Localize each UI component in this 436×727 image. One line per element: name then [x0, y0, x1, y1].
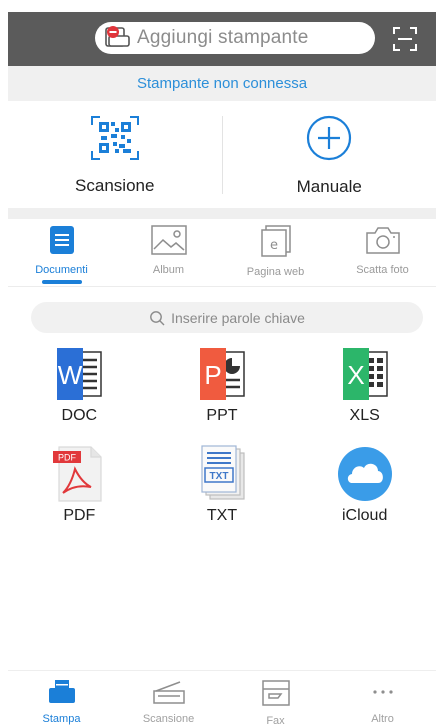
connect-actions: Scansione Manuale [8, 101, 436, 209]
scan-qr-button[interactable]: Scansione [8, 115, 222, 196]
file-type-label: XLS [349, 407, 380, 424]
tab-pagina-web[interactable]: e Pagina web [222, 225, 329, 286]
svg-text:P: P [204, 360, 221, 390]
tab-scatta-foto[interactable]: Scatta foto [329, 225, 436, 286]
manual-add-button[interactable]: Manuale [223, 114, 436, 197]
more-icon [368, 679, 398, 710]
powerpoint-icon: P [190, 345, 254, 403]
document-icon [49, 225, 75, 260]
nav-label: Scansione [142, 713, 195, 725]
printer-icon [47, 679, 77, 710]
tab-label: Documenti [35, 264, 88, 276]
pdf-icon: PDF [47, 445, 111, 503]
icloud-icon [333, 445, 397, 503]
nav-label: Altro [371, 713, 394, 725]
file-type-pdf[interactable]: PDF PDF [8, 445, 151, 525]
file-type-xls[interactable]: X XLS [293, 345, 436, 425]
file-type-label: iCloud [341, 507, 388, 524]
file-type-doc[interactable]: W DOC [8, 345, 151, 425]
bottom-navigation: Stampa Scansione Fax Altro [8, 670, 436, 727]
nav-fax[interactable]: Fax [222, 671, 329, 727]
file-type-ppt[interactable]: P PPT [151, 345, 294, 425]
nav-label: Stampa [42, 713, 81, 725]
txt-icon: TXT [190, 445, 254, 503]
svg-text:X: X [347, 360, 364, 390]
search-icon [150, 310, 165, 325]
image-icon [150, 225, 187, 260]
svg-text:PDF: PDF [58, 453, 77, 463]
plus-circle-icon [305, 114, 353, 167]
section-separator [8, 208, 436, 219]
manual-add-label: Manuale [296, 176, 362, 196]
svg-text:TXT: TXT [210, 471, 229, 482]
active-tab-indicator [41, 280, 82, 284]
file-type-txt[interactable]: TXT TXT [151, 445, 294, 525]
source-tabs: Documenti Album e Pagina web Scatta foto [8, 225, 436, 287]
top-bar: Aggiungi stampante [8, 12, 436, 66]
svg-text:e: e [270, 238, 278, 253]
nav-stampa[interactable]: Stampa [8, 671, 115, 727]
scanner-icon [152, 679, 186, 710]
printer-status-text: Stampante non connessa [136, 75, 308, 92]
add-printer-button[interactable]: Aggiungi stampante [95, 22, 375, 54]
printer-status-bar[interactable]: Stampante non connessa [8, 66, 436, 101]
word-icon: W [47, 345, 111, 403]
nav-label: Fax [266, 715, 285, 727]
qr-code-icon [90, 115, 140, 166]
excel-icon: X [333, 345, 397, 403]
file-type-label: TXT [206, 507, 238, 524]
nav-scansione[interactable]: Scansione [115, 671, 222, 727]
tab-label: Album [152, 264, 185, 276]
add-printer-label: Aggiungi stampante [137, 27, 309, 48]
svg-text:W: W [58, 360, 83, 390]
fax-icon [261, 679, 291, 712]
camera-icon [365, 225, 401, 260]
tab-album[interactable]: Album [115, 225, 222, 286]
file-type-label: DOC [61, 407, 98, 424]
file-type-label: PDF [63, 507, 96, 524]
nav-altro[interactable]: Altro [329, 671, 436, 727]
search-placeholder: Inserire parole chiave [171, 309, 305, 326]
scan-qr-label: Scansione [75, 175, 155, 195]
file-type-grid: W DOC P PPT X XLS PDF PDF TXT TXT iCloud [8, 345, 436, 525]
tab-documenti[interactable]: Documenti [8, 225, 115, 286]
search-input[interactable]: Inserire parole chiave [31, 302, 423, 333]
file-type-icloud[interactable]: iCloud [293, 445, 436, 525]
printer-alert-icon [103, 24, 133, 52]
tab-label: Pagina web [246, 266, 305, 278]
tab-label: Scatta foto [356, 264, 409, 276]
web-page-icon: e [260, 225, 292, 262]
scan-frame-icon[interactable] [392, 26, 418, 52]
file-type-label: PPT [206, 407, 238, 424]
